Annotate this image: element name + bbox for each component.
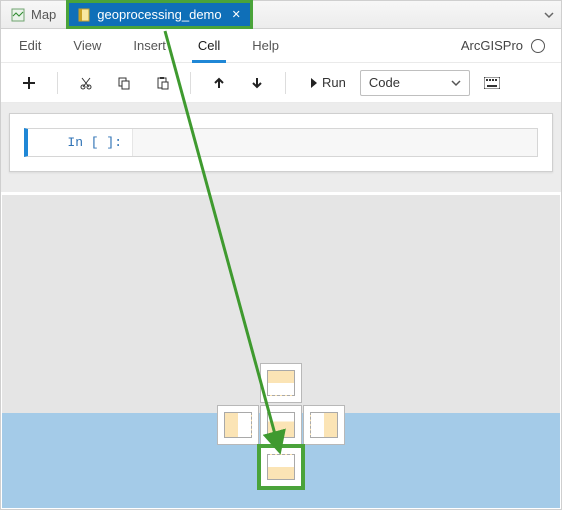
toolbar-separator xyxy=(285,72,286,94)
run-button[interactable]: Run xyxy=(298,68,354,98)
tab-overflow-button[interactable] xyxy=(537,1,561,28)
kernel-name: ArcGISPro xyxy=(461,38,523,53)
tab-close-icon[interactable]: ✕ xyxy=(232,8,241,21)
notebook-icon xyxy=(77,8,91,22)
toolbar-separator xyxy=(190,72,191,94)
kernel-status: ArcGISPro xyxy=(461,38,545,53)
command-palette-button[interactable] xyxy=(476,68,508,98)
paste-button[interactable] xyxy=(146,68,178,98)
notebook-panel: In [ ]: xyxy=(9,113,553,172)
cell-prompt: In [ ]: xyxy=(28,129,132,156)
map-icon xyxy=(11,8,25,22)
chevron-down-icon xyxy=(451,78,461,88)
menu-help[interactable]: Help xyxy=(250,29,281,62)
copy-button[interactable] xyxy=(108,68,140,98)
tab-strip: Map geoprocessing_demo ✕ xyxy=(1,1,561,29)
notebook-window: Map geoprocessing_demo ✕ Edit View Inser… xyxy=(0,0,562,510)
move-down-button[interactable] xyxy=(241,68,273,98)
notebook-area: In [ ]: xyxy=(1,103,561,192)
add-cell-button[interactable] xyxy=(13,68,45,98)
cell-input[interactable] xyxy=(132,129,537,156)
tab-map[interactable]: Map xyxy=(1,1,67,28)
dock-top[interactable] xyxy=(260,363,302,403)
menu-insert[interactable]: Insert xyxy=(131,29,168,62)
dock-center[interactable] xyxy=(260,405,302,445)
menu-edit[interactable]: Edit xyxy=(17,29,43,62)
toolbar-separator xyxy=(57,72,58,94)
run-button-label: Run xyxy=(322,75,346,90)
menu-view[interactable]: View xyxy=(71,29,103,62)
tab-notebook[interactable]: geoprocessing_demo ✕ xyxy=(67,1,252,28)
dock-target-cross xyxy=(215,363,347,495)
menu-cell[interactable]: Cell xyxy=(196,29,222,62)
cell-type-value: Code xyxy=(369,75,400,90)
kernel-indicator-icon xyxy=(531,39,545,53)
menu-bar: Edit View Insert Cell Help ArcGISPro xyxy=(1,29,561,63)
dock-right[interactable] xyxy=(303,405,345,445)
move-up-button[interactable] xyxy=(203,68,235,98)
dock-left[interactable] xyxy=(217,405,259,445)
tab-map-label: Map xyxy=(31,7,56,22)
tab-notebook-label: geoprocessing_demo xyxy=(97,7,221,22)
cut-button[interactable] xyxy=(70,68,102,98)
toolbar: Run Code xyxy=(1,63,561,103)
code-cell[interactable]: In [ ]: xyxy=(24,128,538,157)
dock-bottom[interactable] xyxy=(260,447,302,487)
cell-type-select[interactable]: Code xyxy=(360,70,470,96)
